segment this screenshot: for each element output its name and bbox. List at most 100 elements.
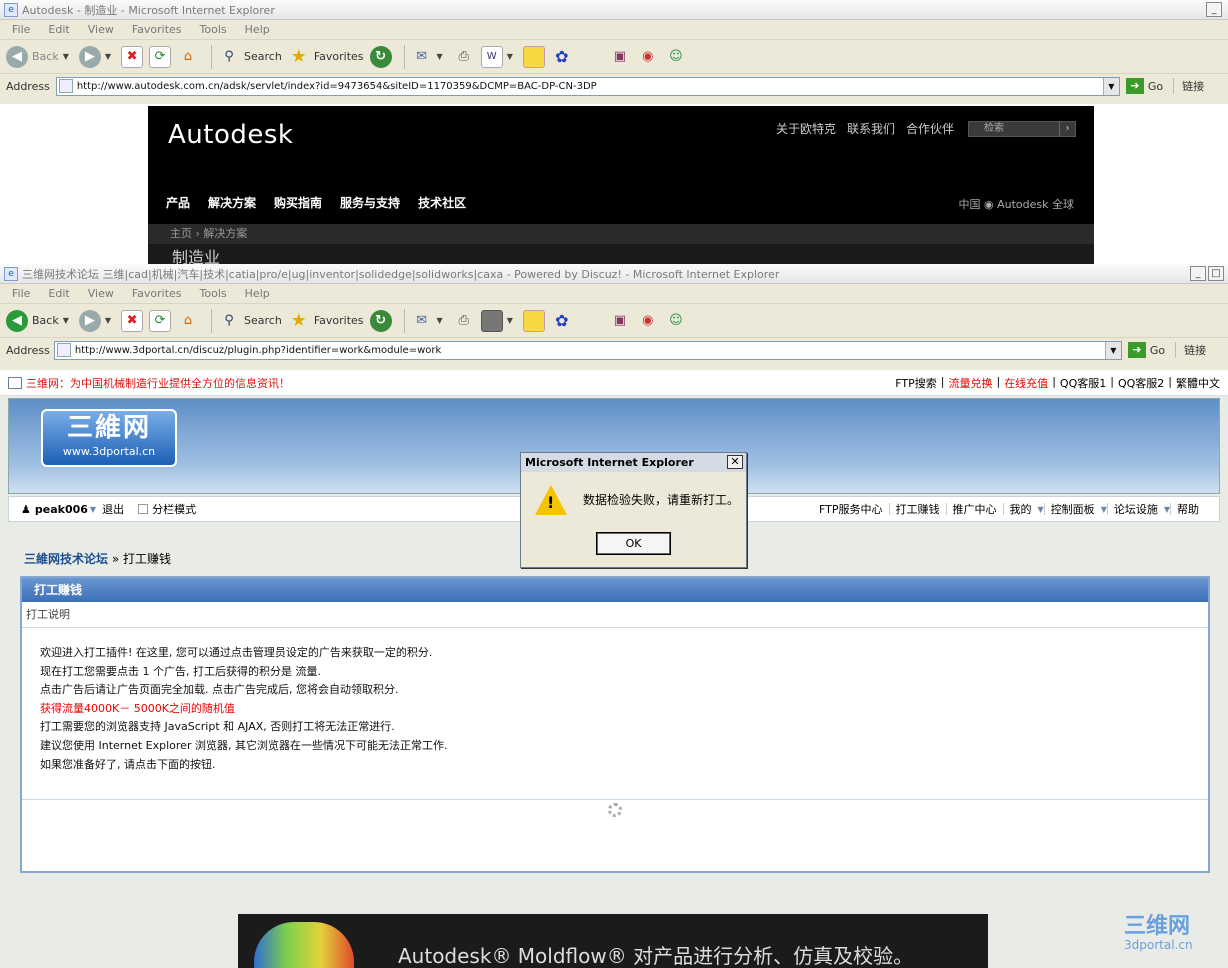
- messenger-button[interactable]: ◉: [637, 310, 659, 332]
- split-mode-label[interactable]: 分栏模式: [152, 501, 196, 517]
- home-icon[interactable]: [8, 376, 22, 389]
- edit-button[interactable]: W ▼: [480, 45, 517, 68]
- refresh-button[interactable]: ⟳: [149, 309, 172, 332]
- nav-support[interactable]: 服务与支持: [340, 194, 400, 211]
- note-button[interactable]: [522, 45, 545, 68]
- stop-button[interactable]: ✖: [121, 309, 144, 332]
- search-button[interactable]: ⚲ Search: [218, 310, 282, 332]
- nav-ftp-center[interactable]: FTP服务中心: [819, 501, 883, 517]
- history-button[interactable]: ↻: [369, 309, 392, 332]
- autodesk-search-input[interactable]: 检索 ›: [968, 120, 1076, 137]
- research-button[interactable]: ▣: [609, 310, 631, 332]
- logout-link[interactable]: 退出: [102, 501, 124, 517]
- menu-file[interactable]: File: [12, 23, 30, 36]
- minimize-button[interactable]: _: [1206, 2, 1222, 17]
- dialog-title-bar[interactable]: Microsoft Internet Explorer ✕: [521, 453, 746, 472]
- favorites-button[interactable]: ★ Favorites: [288, 46, 364, 68]
- back-arrow-icon: ◀: [6, 45, 28, 68]
- top-link-about[interactable]: 关于欧特克: [776, 120, 836, 137]
- nav-my[interactable]: 我的: [1010, 501, 1032, 517]
- link-ftp-search[interactable]: FTP搜索: [895, 375, 937, 391]
- messenger-button[interactable]: ◉: [637, 46, 659, 68]
- address-input[interactable]: http://www.autodesk.com.cn/adsk/servlet/…: [55, 76, 1120, 96]
- history-button[interactable]: ↻: [369, 45, 392, 68]
- printer-icon: ⎙: [458, 313, 469, 328]
- menu-tools[interactable]: Tools: [200, 23, 227, 36]
- title-bar[interactable]: e 三维网技术论坛 三维|cad|机械|汽车|技术|catia|pro/e|ug…: [0, 264, 1228, 284]
- region-selector[interactable]: 中国 ◉ Autodesk 全球: [959, 196, 1075, 212]
- menu-help[interactable]: Help: [245, 23, 270, 36]
- menu-view[interactable]: View: [88, 287, 114, 300]
- menu-favorites[interactable]: Favorites: [132, 23, 182, 36]
- back-button[interactable]: ◀ Back ▼: [6, 309, 73, 332]
- breadcrumb-home[interactable]: 三維网技术论坛: [24, 552, 108, 566]
- edit-icon: [480, 309, 503, 332]
- menu-favorites[interactable]: Favorites: [132, 287, 182, 300]
- mail-button[interactable]: ✉ ▼: [411, 310, 447, 332]
- forward-button[interactable]: ▶ ▼: [78, 309, 115, 332]
- nav-promotion[interactable]: 推广中心: [953, 501, 997, 517]
- edit-button[interactable]: ▼: [480, 309, 517, 332]
- baidu-button[interactable]: ✿: [551, 46, 573, 68]
- nav-forum-tools[interactable]: 论坛设施: [1114, 501, 1158, 517]
- links-button[interactable]: 链接: [1173, 78, 1204, 94]
- menu-edit[interactable]: Edit: [48, 23, 69, 36]
- links-button[interactable]: 链接: [1175, 342, 1206, 358]
- minimize-button[interactable]: _: [1190, 266, 1206, 281]
- print-button[interactable]: ⎙: [453, 310, 475, 332]
- link-traffic-exchange[interactable]: 流量兑换: [948, 375, 992, 391]
- ok-button[interactable]: OK: [596, 532, 671, 555]
- split-mode-checkbox[interactable]: [138, 504, 149, 514]
- top-link-partners[interactable]: 合作伙伴: [906, 120, 954, 137]
- menu-tools[interactable]: Tools: [200, 287, 227, 300]
- research-button[interactable]: ▣: [609, 46, 631, 68]
- back-button[interactable]: ◀ Back ▼: [6, 45, 73, 68]
- nav-solutions[interactable]: 解决方案: [208, 194, 256, 211]
- baidu-button[interactable]: ✿: [551, 310, 573, 332]
- print-button[interactable]: ⎙: [453, 46, 475, 68]
- home-button[interactable]: ⌂: [177, 310, 199, 332]
- maximize-button[interactable]: □: [1208, 266, 1224, 281]
- people-button[interactable]: ☺: [665, 310, 687, 332]
- nav-work[interactable]: 打工赚钱: [896, 501, 940, 517]
- nav-buy[interactable]: 购买指南: [274, 194, 322, 211]
- menu-edit[interactable]: Edit: [48, 287, 69, 300]
- panel-body: 欢迎进入打工插件! 在这里, 您可以通过点击管理员设定的广告来获取一定的积分. …: [22, 628, 1208, 800]
- note-button[interactable]: [522, 309, 545, 332]
- title-bar[interactable]: e Autodesk - 制造业 - Microsoft Internet Ex…: [0, 0, 1228, 20]
- ad-banner[interactable]: Autodesk® Moldflow® 对产品进行分析、仿真及校验。: [238, 914, 988, 968]
- nav-products[interactable]: 产品: [166, 194, 190, 211]
- nav-community[interactable]: 技术社区: [418, 194, 466, 211]
- people-button[interactable]: ☺: [665, 46, 687, 68]
- menu-view[interactable]: View: [88, 23, 114, 36]
- go-button[interactable]: ➜ Go: [1125, 78, 1163, 94]
- home-button[interactable]: ⌂: [177, 46, 199, 68]
- go-button[interactable]: ➜ Go: [1127, 342, 1165, 358]
- menu-help[interactable]: Help: [245, 287, 270, 300]
- address-dropdown-icon[interactable]: ▼: [1102, 77, 1119, 95]
- address-label: Address: [6, 343, 50, 357]
- link-qq2[interactable]: QQ客服2: [1118, 375, 1164, 391]
- mail-button[interactable]: ✉ ▼: [411, 46, 447, 68]
- link-qq1[interactable]: QQ客服1: [1060, 375, 1106, 391]
- refresh-button[interactable]: ⟳: [149, 45, 172, 68]
- username[interactable]: peak006: [35, 503, 88, 516]
- site-logo[interactable]: 三維网 www.3dportal.cn: [41, 409, 177, 467]
- chevron-right-icon[interactable]: ›: [1059, 121, 1075, 136]
- nav-control-panel[interactable]: 控制面板: [1051, 501, 1095, 517]
- top-link-contact[interactable]: 联系我们: [847, 120, 895, 137]
- close-icon[interactable]: ✕: [727, 455, 743, 469]
- address-input[interactable]: http://www.3dportal.cn/discuz/plugin.php…: [53, 340, 1122, 360]
- link-recharge[interactable]: 在线充值: [1004, 375, 1048, 391]
- nav-help[interactable]: 帮助: [1177, 501, 1199, 517]
- address-dropdown-icon[interactable]: ▼: [1104, 341, 1121, 359]
- instruction-line: 打工需要您的浏览器支持 JavaScript 和 AJAX, 否则打工将无法正常…: [40, 720, 395, 734]
- search-button[interactable]: ⚲ Search: [218, 46, 282, 68]
- link-traditional-chinese[interactable]: 繁體中文: [1176, 375, 1220, 391]
- chevron-down-icon[interactable]: ▼: [90, 505, 96, 514]
- favorites-button[interactable]: ★ Favorites: [288, 310, 364, 332]
- menu-file[interactable]: File: [12, 287, 30, 300]
- autodesk-logo[interactable]: Autodesk: [168, 120, 293, 150]
- forward-button[interactable]: ▶ ▼: [78, 45, 115, 68]
- stop-button[interactable]: ✖: [121, 45, 144, 68]
